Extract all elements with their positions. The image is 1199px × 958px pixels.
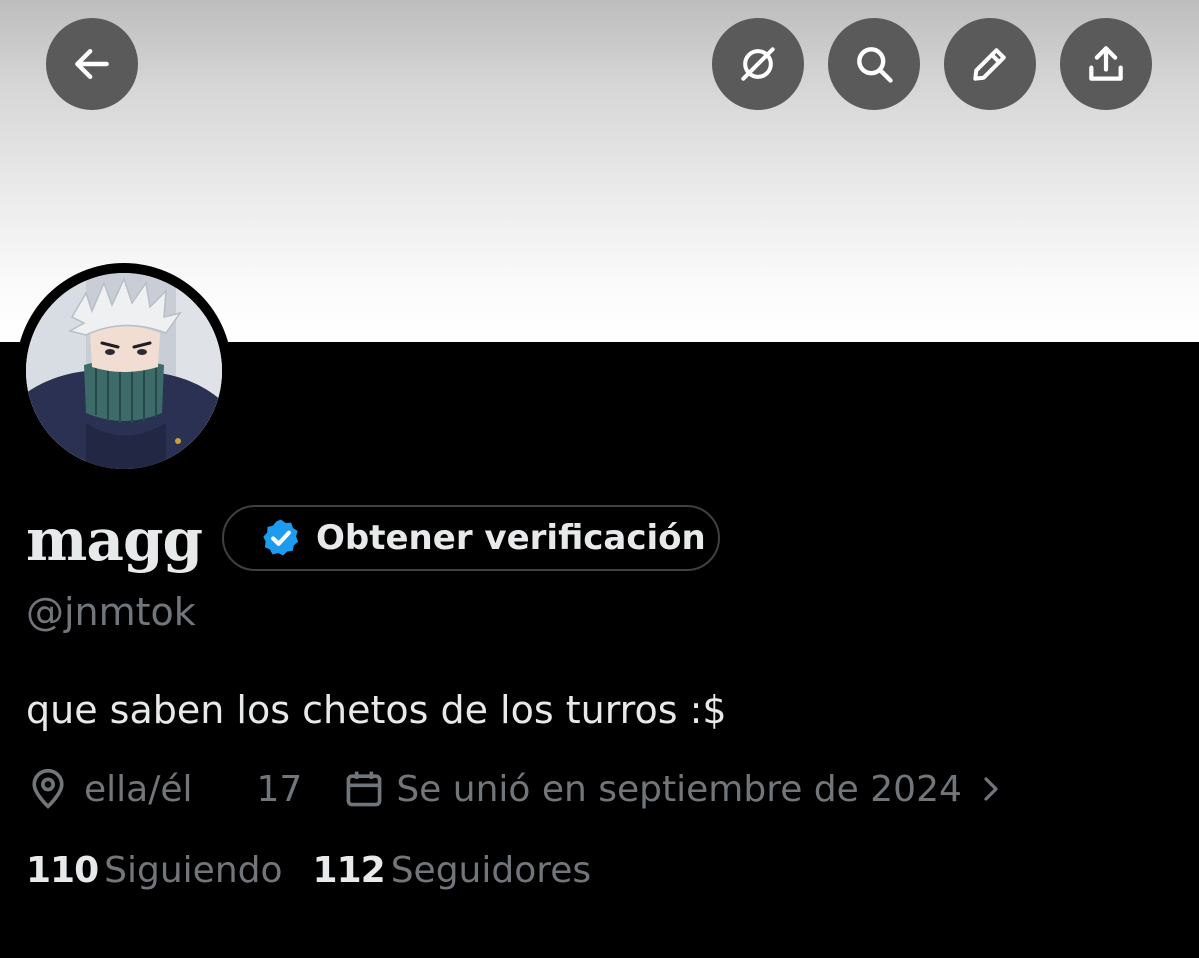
join-date-text[interactable]: Se unió en septiembre de 2024 bbox=[396, 769, 962, 810]
profile-bio: que saben los chetos de los turros :$ bbox=[26, 688, 727, 732]
arrow-left-icon bbox=[75, 48, 109, 80]
grok-button[interactable] bbox=[712, 18, 804, 110]
verified-badge-icon bbox=[263, 519, 299, 556]
followers-count: 112 bbox=[312, 850, 386, 891]
calendar-icon bbox=[346, 771, 382, 807]
edit-button[interactable] bbox=[944, 18, 1036, 110]
follow-stats: 110 Siguiendo 112 Seguidores bbox=[26, 850, 621, 891]
following-link[interactable]: 110 Siguiendo bbox=[26, 850, 283, 891]
user-handle: @jnmtok bbox=[26, 590, 196, 634]
pencil-icon bbox=[973, 48, 1006, 81]
search-icon bbox=[857, 47, 893, 83]
display-name: magg bbox=[26, 506, 203, 574]
followers-link[interactable]: 112 Seguidores bbox=[313, 850, 592, 891]
following-count: 110 bbox=[26, 850, 99, 891]
get-verified-button[interactable]: Obtener verificación bbox=[222, 505, 720, 571]
chevron-right-icon[interactable] bbox=[976, 774, 1006, 804]
location-text: ella/él bbox=[84, 768, 193, 810]
back-button[interactable] bbox=[46, 18, 138, 110]
following-label: Siguiendo bbox=[104, 850, 283, 891]
avatar-anime-character-image bbox=[26, 273, 222, 469]
bio-extra-text: 17 bbox=[256, 768, 303, 810]
share-upload-icon bbox=[1089, 46, 1123, 81]
share-button[interactable] bbox=[1060, 18, 1152, 110]
profile-meta-row: ella/él 17 Se unió en septiembre de 2024 bbox=[26, 764, 1006, 814]
search-button[interactable] bbox=[828, 18, 920, 110]
location-pin-icon bbox=[32, 768, 64, 809]
get-verified-label: Obtener verificación bbox=[316, 518, 706, 558]
grok-icon bbox=[741, 47, 775, 81]
avatar[interactable] bbox=[26, 273, 222, 469]
followers-label: Seguidores bbox=[390, 850, 592, 891]
